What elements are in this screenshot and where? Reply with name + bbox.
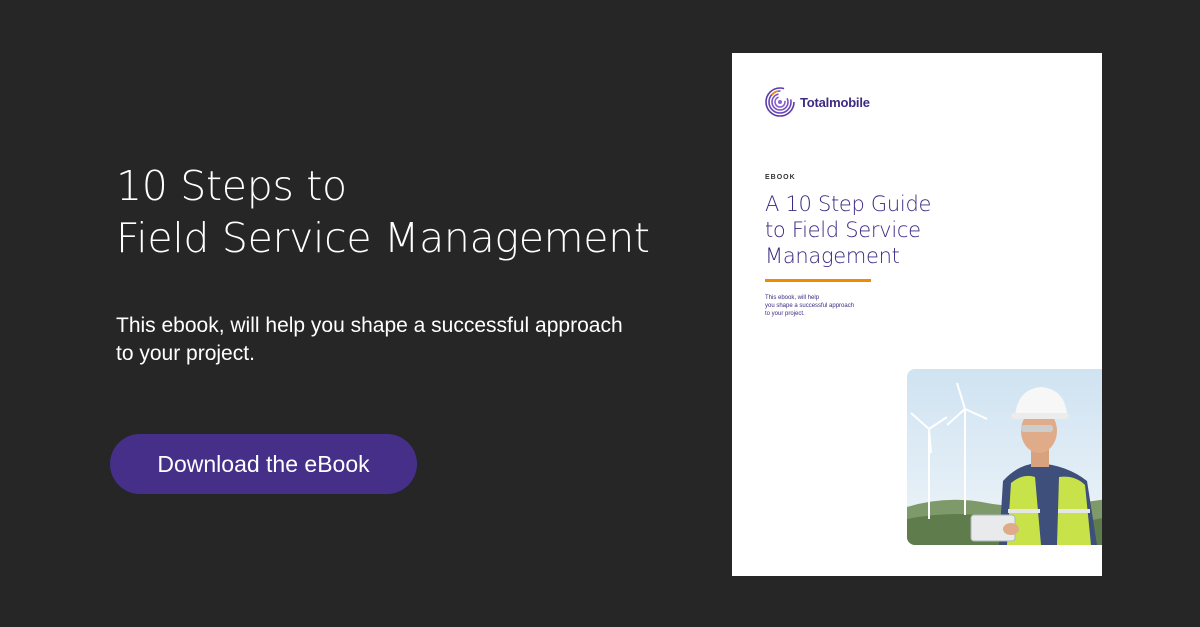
brand-logo: Totalmobile [764,86,870,118]
description-line-1: This ebook, will help you shape a succes… [116,314,623,337]
cover-title-line-3: Management [765,244,900,268]
description: This ebook, will help you shape a succes… [116,312,676,368]
download-ebook-button[interactable]: Download the eBook [110,434,417,494]
cover-title-line-1: A 10 Step Guide [765,192,932,216]
headline-line-2: Field Service Management [116,214,650,262]
headline: 10 Steps to Field Service Management [116,160,650,264]
description-line-2: to your project. [116,342,255,365]
cover-blurb: This ebook, will help you shape a succes… [765,294,854,318]
ebook-cover: Totalmobile EBOOK A 10 Step Guide to Fie… [732,53,1102,576]
field-worker-with-tablet-photo-icon [907,369,1102,545]
totalmobile-logo-icon [765,87,795,117]
cover-blurb-line-3: to your project. [765,311,805,317]
cover-title: A 10 Step Guide to Field Service Managem… [765,191,931,269]
cover-eyebrow: EBOOK [765,174,796,181]
cover-blurb-line-2: you shape a successful approach [765,303,855,309]
accent-rule [765,279,871,282]
cover-title-line-2: to Field Service [765,218,921,242]
field-worker-photo [907,369,1102,545]
brand-name: Totalmobile [800,94,870,110]
cover-blurb-line-1: This ebook, will help [765,295,820,301]
headline-line-1: 10 Steps to [116,162,347,210]
